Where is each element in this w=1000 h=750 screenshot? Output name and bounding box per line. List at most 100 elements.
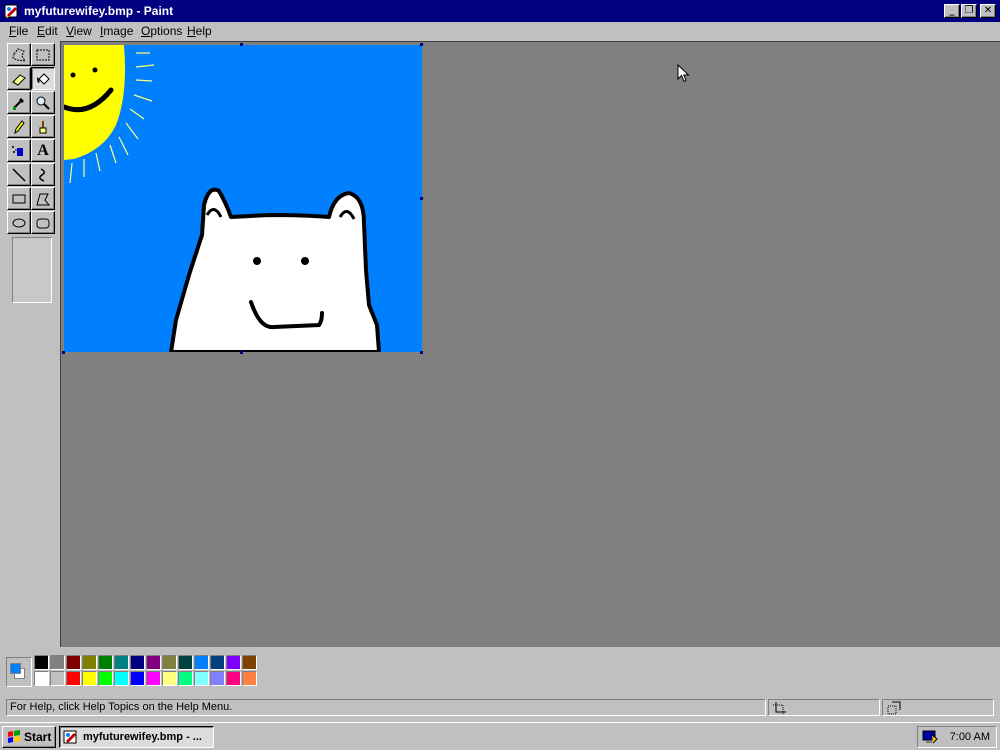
palette-swatch[interactable] <box>66 671 81 686</box>
palette-swatch[interactable] <box>162 655 177 670</box>
status-bar: For Help, click Help Topics on the Help … <box>0 695 1000 719</box>
palette-swatch[interactable] <box>242 671 257 686</box>
paint-bucket-icon <box>37 72 50 85</box>
pencil-tool[interactable] <box>7 115 31 138</box>
canvas-workspace <box>60 41 1000 647</box>
foreground-color-swatch[interactable] <box>10 663 21 674</box>
status-help-text: For Help, click Help Topics on the Help … <box>6 699 766 716</box>
start-button[interactable]: Start <box>2 726 56 748</box>
canvas-resize-handle-bottom[interactable] <box>240 351 243 354</box>
palette-swatch[interactable] <box>178 655 193 670</box>
toolbox: A <box>4 41 58 647</box>
curve-icon <box>39 167 45 182</box>
palette-swatch[interactable] <box>34 655 49 670</box>
text-tool[interactable]: A <box>31 139 55 162</box>
palette-swatch[interactable] <box>114 655 129 670</box>
current-colors[interactable] <box>6 657 32 687</box>
menu-options[interactable]: Options <box>141 24 182 39</box>
canvas-resize-handle-top-right[interactable] <box>420 43 423 46</box>
palette-swatch[interactable] <box>130 671 145 686</box>
menu-image[interactable]: Image <box>100 24 133 39</box>
palette-swatch[interactable] <box>34 671 49 686</box>
palette-swatch[interactable] <box>194 655 209 670</box>
rectangle-icon <box>12 194 26 203</box>
text-icon: A <box>37 141 49 159</box>
canvas-drawing <box>64 45 422 352</box>
tool-options-box[interactable] <box>12 237 52 303</box>
palette-swatch[interactable] <box>66 655 81 670</box>
airbrush-icon <box>12 145 23 156</box>
eraser-tool[interactable] <box>7 67 31 90</box>
palette-swatch[interactable] <box>162 671 177 686</box>
menu-view[interactable]: View <box>66 24 92 39</box>
select-tool[interactable] <box>31 43 55 66</box>
magnifier-icon <box>36 96 50 110</box>
airbrush-tool[interactable] <box>7 139 31 162</box>
brush-tool[interactable] <box>31 115 55 138</box>
rounded-rectangle-tool[interactable] <box>31 211 55 234</box>
palette-swatch[interactable] <box>226 655 241 670</box>
palette-swatch[interactable] <box>210 671 225 686</box>
palette-swatch[interactable] <box>146 655 161 670</box>
polygon-tool[interactable] <box>31 187 55 210</box>
magnifier-tool[interactable] <box>31 91 55 114</box>
palette-swatch[interactable] <box>194 671 209 686</box>
clock[interactable]: 7:00 AM <box>950 731 990 743</box>
taskbar: Start myfuturewifey.bmp - ... 7:00 AM <box>0 722 1000 750</box>
palette-swatch[interactable] <box>114 671 129 686</box>
status-cursor-position <box>768 699 880 716</box>
eyedropper-icon <box>13 97 24 110</box>
palette-swatch[interactable] <box>210 655 225 670</box>
mouse-cursor-icon <box>677 64 690 83</box>
select-icon <box>36 49 50 60</box>
restore-button[interactable]: ❐ <box>961 4 977 18</box>
minimize-button[interactable]: _ <box>944 4 960 18</box>
ellipse-icon <box>12 218 26 227</box>
rounded-rectangle-icon <box>36 218 50 228</box>
close-button[interactable]: ✕ <box>980 4 996 18</box>
pencil-icon <box>14 119 25 134</box>
curve-tool[interactable] <box>31 163 55 186</box>
paint-app-icon <box>63 730 77 744</box>
free-form-select-icon <box>12 47 26 62</box>
menu-help[interactable]: Help <box>187 24 212 39</box>
menu-file[interactable]: File <box>9 24 28 39</box>
palette-swatch[interactable] <box>82 655 97 670</box>
windows-logo-icon <box>8 730 20 743</box>
canvas-resize-handle-bottom-right[interactable] <box>420 351 423 354</box>
menu-edit[interactable]: Edit <box>37 24 58 39</box>
monitor-tray-icon[interactable] <box>922 729 938 745</box>
pick-color-tool[interactable] <box>7 91 31 114</box>
canvas-resize-handle-bottom-left[interactable] <box>62 351 65 354</box>
title-bar[interactable]: myfuturewifey.bmp - Paint _ ❐ ✕ <box>0 0 1000 22</box>
ellipse-tool[interactable] <box>7 211 31 234</box>
canvas-resize-handle-right[interactable] <box>420 197 423 200</box>
line-tool[interactable] <box>7 163 31 186</box>
system-tray: 7:00 AM <box>917 726 997 748</box>
palette-swatch[interactable] <box>178 671 193 686</box>
taskbar-paint-label: myfuturewifey.bmp - ... <box>83 731 202 743</box>
palette-swatch[interactable] <box>130 655 145 670</box>
palette-swatch[interactable] <box>50 671 65 686</box>
canvas-resize-handle-top[interactable] <box>240 43 243 46</box>
taskbar-paint-button[interactable]: myfuturewifey.bmp - ... <box>59 726 214 748</box>
palette-swatch[interactable] <box>50 655 65 670</box>
selection-size-icon <box>887 701 901 715</box>
fill-with-color-tool[interactable] <box>31 67 55 90</box>
status-selection-size <box>882 699 994 716</box>
free-form-select-tool[interactable] <box>7 43 31 66</box>
palette-swatch[interactable] <box>226 671 241 686</box>
palette-swatch[interactable] <box>146 671 161 686</box>
palette-swatch[interactable] <box>98 671 113 686</box>
color-box <box>0 651 1000 693</box>
drawing-canvas[interactable] <box>64 45 422 352</box>
polygon-icon <box>36 193 51 205</box>
palette-swatch[interactable] <box>82 671 97 686</box>
palette-swatch[interactable] <box>242 655 257 670</box>
palette-swatch[interactable] <box>98 655 113 670</box>
paint-app-icon[interactable] <box>4 3 20 19</box>
start-label: Start <box>24 730 52 744</box>
cursor-position-icon <box>773 702 786 714</box>
eraser-icon <box>12 73 26 86</box>
rectangle-tool[interactable] <box>7 187 31 210</box>
